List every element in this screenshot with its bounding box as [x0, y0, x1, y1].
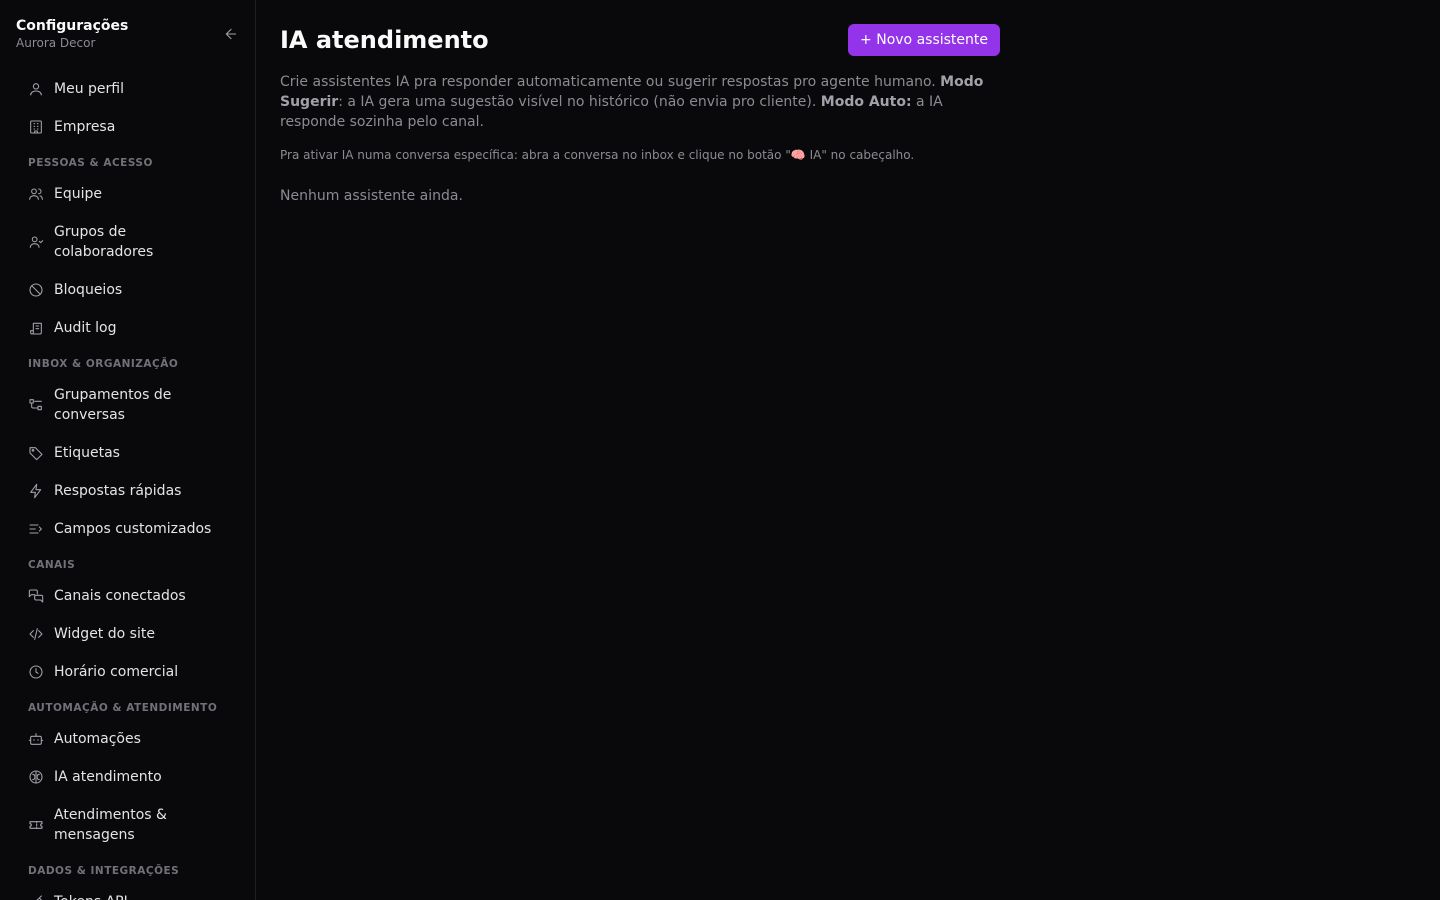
sidebar-item-label: Meu perfil [54, 81, 124, 97]
zap-icon [28, 483, 44, 499]
sidebar-item-label: Grupos de colaboradores [54, 224, 154, 260]
sidebar-item-atendimentos-mensagens[interactable]: Atendimentos & mensagens [12, 796, 243, 854]
sidebar-title: Configurações [16, 18, 129, 34]
user-group-icon [28, 234, 44, 250]
arrow-left-icon [225, 28, 237, 40]
sidebar-item-audit-log[interactable]: Audit log [12, 309, 243, 347]
building-icon [28, 119, 44, 135]
sidebar-item-ia-atendimento[interactable]: IA atendimento [12, 758, 243, 796]
sidebar-item-label: Atendimentos & mensagens [54, 807, 167, 843]
section-label-automacao: AUTOMAÇÃO & ATENDIMENTO [28, 702, 218, 714]
ban-icon [28, 282, 44, 298]
mode-auto-label: Modo Auto: [820, 94, 912, 110]
sidebar-item-label: Automações [54, 731, 141, 747]
description-text: : a IA gera uma sugestão visível no hist… [338, 94, 821, 110]
ticket-icon [28, 817, 44, 833]
sidebar-item-label: Bloqueios [54, 282, 123, 298]
tag-icon [28, 445, 44, 461]
sidebar-item-campos-customizados[interactable]: Campos customizados [12, 510, 243, 548]
sidebar-item-label: Grupamentos de conversas [54, 387, 172, 423]
sidebar-item-label: Campos customizados [54, 521, 212, 537]
sidebar-item-widget-do-site[interactable]: Widget do site [12, 615, 243, 653]
sidebar-item-label: Empresa [54, 119, 116, 135]
sidebar-item-label: Etiquetas [54, 445, 120, 461]
key-icon [28, 894, 44, 900]
user-icon [28, 81, 44, 97]
sidebar-item-label: Horário comercial [54, 664, 179, 680]
new-assistant-button[interactable]: + Novo assistente [848, 24, 1000, 56]
sidebar-item-label: Canais conectados [54, 588, 186, 604]
workflow-icon [28, 397, 44, 413]
description-text: Crie assistentes IA pra responder automa… [280, 74, 941, 90]
sidebar-item-canais-conectados[interactable]: Canais conectados [12, 577, 243, 615]
settings-sidebar: Configurações Aurora Decor Meu perfil Em… [0, 0, 256, 900]
section-label-inbox: INBOX & ORGANIZAÇÃO [28, 358, 179, 370]
sidebar-item-bloqueios[interactable]: Bloqueios [12, 271, 243, 309]
sidebar-item-equipe[interactable]: Equipe [12, 175, 243, 213]
section-label-dados: DADOS & INTEGRAÇÕES [28, 865, 180, 877]
page-title: IA atendimento [280, 26, 489, 54]
sidebar-nav: Meu perfil Empresa PESSOAS & ACESSO Equi… [0, 70, 255, 900]
sidebar-item-tokens-api[interactable]: Tokens API [12, 883, 243, 900]
page-description: Crie assistentes IA pra responder automa… [280, 72, 1000, 132]
page-header: IA atendimento + Novo assistente [280, 24, 1000, 56]
scroll-icon [28, 320, 44, 336]
sidebar-item-label: Tokens API [54, 892, 128, 900]
sidebar-item-grupamentos-de-conversas[interactable]: Grupamentos de conversas [12, 376, 243, 434]
sidebar-item-automacoes[interactable]: Automações [12, 720, 243, 758]
empty-state-message: Nenhum assistente ainda. [280, 188, 463, 204]
collapse-sidebar-button[interactable] [222, 26, 240, 42]
sidebar-item-label: Audit log [54, 320, 117, 336]
messages-icon [28, 588, 44, 604]
sidebar-item-label: IA atendimento [54, 769, 162, 785]
sidebar-item-etiquetas[interactable]: Etiquetas [12, 434, 243, 472]
sidebar-subtitle: Aurora Decor [16, 36, 96, 50]
sidebar-item-meu-perfil[interactable]: Meu perfil [12, 70, 243, 108]
brain-icon [28, 769, 44, 785]
sidebar-item-label: Widget do site [54, 626, 155, 642]
sidebar-item-label: Equipe [54, 186, 102, 202]
code-icon [28, 626, 44, 642]
clock-icon [28, 664, 44, 680]
sidebar-header: Configurações Aurora Decor [0, 0, 255, 70]
sidebar-item-respostas-rapidas[interactable]: Respostas rápidas [12, 472, 243, 510]
sidebar-item-empresa[interactable]: Empresa [12, 108, 243, 146]
bot-icon [28, 731, 44, 747]
sidebar-item-grupos-de-colaboradores[interactable]: Grupos de colaboradores [12, 213, 243, 271]
section-label-canais: CANAIS [28, 559, 76, 571]
main-content: IA atendimento + Novo assistente Crie as… [256, 0, 1440, 900]
sidebar-item-horario-comercial[interactable]: Horário comercial [12, 653, 243, 691]
list-icon [28, 521, 44, 537]
users-icon [28, 186, 44, 202]
activation-hint: Pra ativar IA numa conversa específica: … [280, 148, 915, 162]
section-label-pessoas: PESSOAS & ACESSO [28, 157, 153, 169]
sidebar-item-label: Respostas rápidas [54, 483, 182, 499]
